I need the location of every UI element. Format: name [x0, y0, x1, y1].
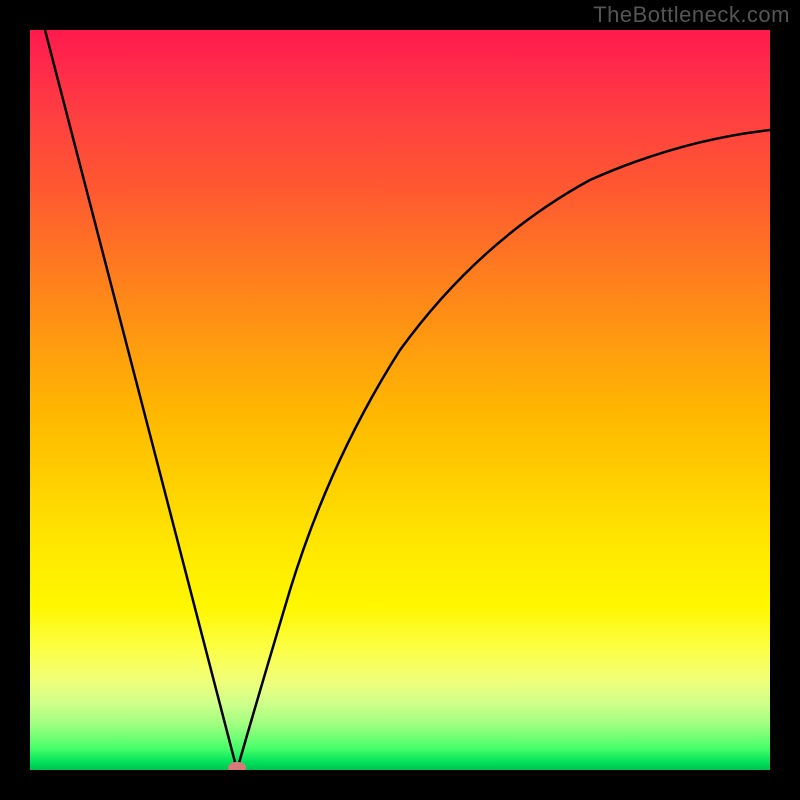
curve-right-branch	[237, 130, 770, 770]
minimum-marker	[228, 762, 246, 770]
plot-area	[30, 30, 770, 770]
watermark-text: TheBottleneck.com	[593, 2, 790, 28]
curve-layer	[30, 30, 770, 770]
frame: TheBottleneck.com	[0, 0, 800, 800]
curve-left-branch	[45, 30, 237, 770]
